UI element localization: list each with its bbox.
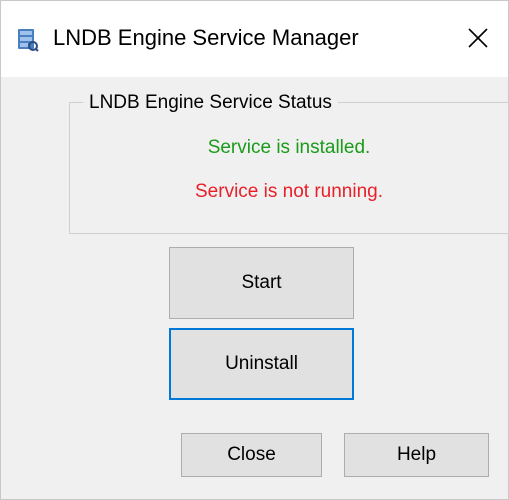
window-title: LNDB Engine Service Manager: [53, 25, 359, 50]
service-status-legend: LNDB Engine Service Status: [83, 92, 338, 114]
installed-status-text: Service is installed.: [207, 137, 371, 158]
start-button[interactable]: Start: [169, 247, 354, 319]
close-button[interactable]: Close: [181, 433, 322, 477]
service-manager-window: LNDB Engine Service Manager LNDB Engine …: [0, 0, 509, 500]
uninstall-button[interactable]: Uninstall: [169, 328, 354, 400]
service-status-group: [69, 102, 509, 234]
title-bar[interactable]: LNDB Engine Service Manager: [1, 1, 508, 77]
running-status-text: Service is not running.: [195, 181, 383, 202]
close-icon[interactable]: [456, 16, 500, 60]
help-button[interactable]: Help: [344, 433, 489, 477]
database-tools-icon: [17, 28, 39, 52]
